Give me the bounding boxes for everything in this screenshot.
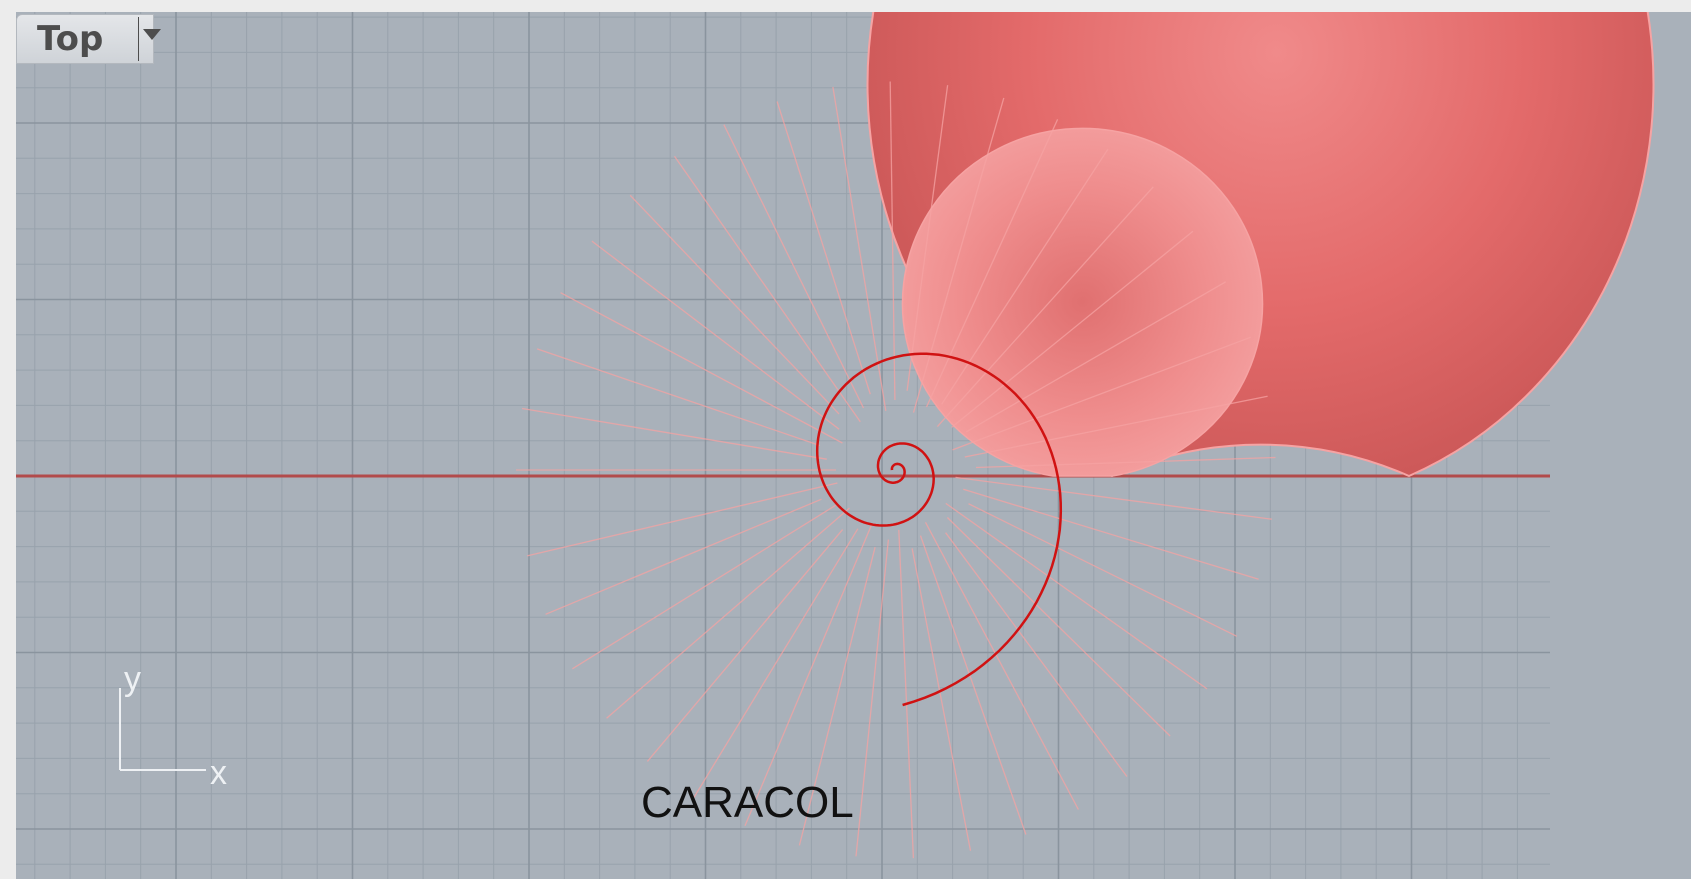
model-caption-text: CARACOL — [641, 778, 854, 827]
viewport-title-label[interactable]: Top — [17, 19, 137, 59]
viewport-menu-dropdown[interactable] — [138, 17, 161, 61]
rhino-app: y x Top CARACOL — [0, 0, 1691, 879]
axis-indicator-y-label: y — [124, 660, 141, 698]
chevron-down-icon[interactable] — [142, 29, 161, 40]
viewport-title-tab[interactable]: Top — [16, 14, 161, 64]
viewport-canvas[interactable]: y x — [16, 12, 1691, 879]
top-viewport[interactable]: y x — [16, 12, 1691, 879]
axis-indicator-x-label: x — [210, 754, 227, 792]
